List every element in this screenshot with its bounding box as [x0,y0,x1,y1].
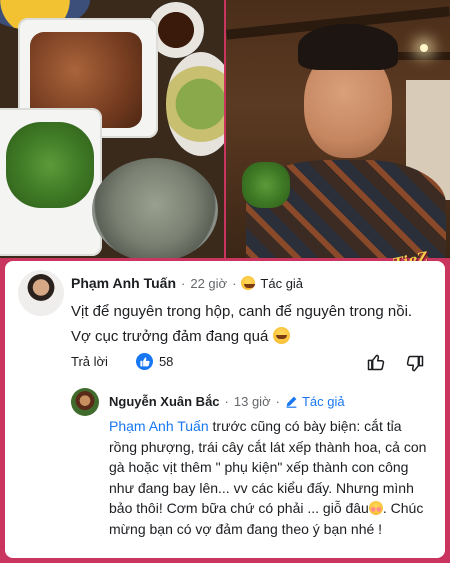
reply-author-badge: Tác giả [301,394,345,409]
comment-author-name[interactable]: Phạm Anh Tuấn [71,275,176,291]
reply-text: Phạm Anh Tuấn trước cũng có bày biện: cắ… [109,416,429,539]
laughing-emoji-icon [272,327,290,344]
soup-pot [92,158,218,258]
reply-time[interactable]: 13 giờ [234,394,271,409]
blush-emoji-icon [368,501,383,515]
like-count: 58 [158,354,174,369]
separator-dot: · [181,275,186,291]
laughing-emoji-icon [241,276,256,290]
herbs [6,122,94,208]
comment-text: Vịt để nguyên trong hộp, canh để nguyên … [71,299,431,349]
thumbs-up-icon[interactable] [366,352,386,372]
food-photo[interactable] [0,0,224,258]
herb-leaf [242,162,290,208]
salad-bowl [166,52,224,156]
comment-line: Vịt để nguyên trong hộp, canh để nguyên … [71,303,413,320]
separator-dot: · [224,394,229,409]
separator-dot: · [275,394,280,409]
comment-card: Phạm Anh Tuấn · 22 giờ · Tác giả Vịt để … [5,261,445,558]
comment-header: Phạm Anh Tuấn · 22 giờ · Tác giả [71,275,303,291]
comment-time[interactable]: 22 giờ [190,276,227,291]
author-badge: Tác giả [260,275,304,291]
like-icon[interactable] [135,353,153,370]
pen-icon [286,396,297,408]
hair [298,24,398,70]
post-photos [0,0,450,258]
separator-dot: · [232,275,237,291]
portrait-photo[interactable] [226,0,450,258]
comment-actions: Trả lời 58 [71,353,173,370]
reply-avatar[interactable] [71,388,99,416]
mention-link[interactable]: Phạm Anh Tuấn [109,418,209,434]
comment-line-text: Vợ cục trưởng đảm đang quá [71,328,269,345]
avatar[interactable] [18,270,64,316]
ceiling-lamp [420,44,428,52]
comment-line-2: Vợ cục trưởng đảm đang quá [71,324,431,349]
thumbs-down-icon[interactable] [405,354,425,374]
reply-header: Nguyễn Xuân Bắc · 13 giờ · Tác giả [109,394,345,409]
reply-button[interactable]: Trả lời [71,354,108,369]
reply-author-name[interactable]: Nguyễn Xuân Bắc [109,394,220,409]
